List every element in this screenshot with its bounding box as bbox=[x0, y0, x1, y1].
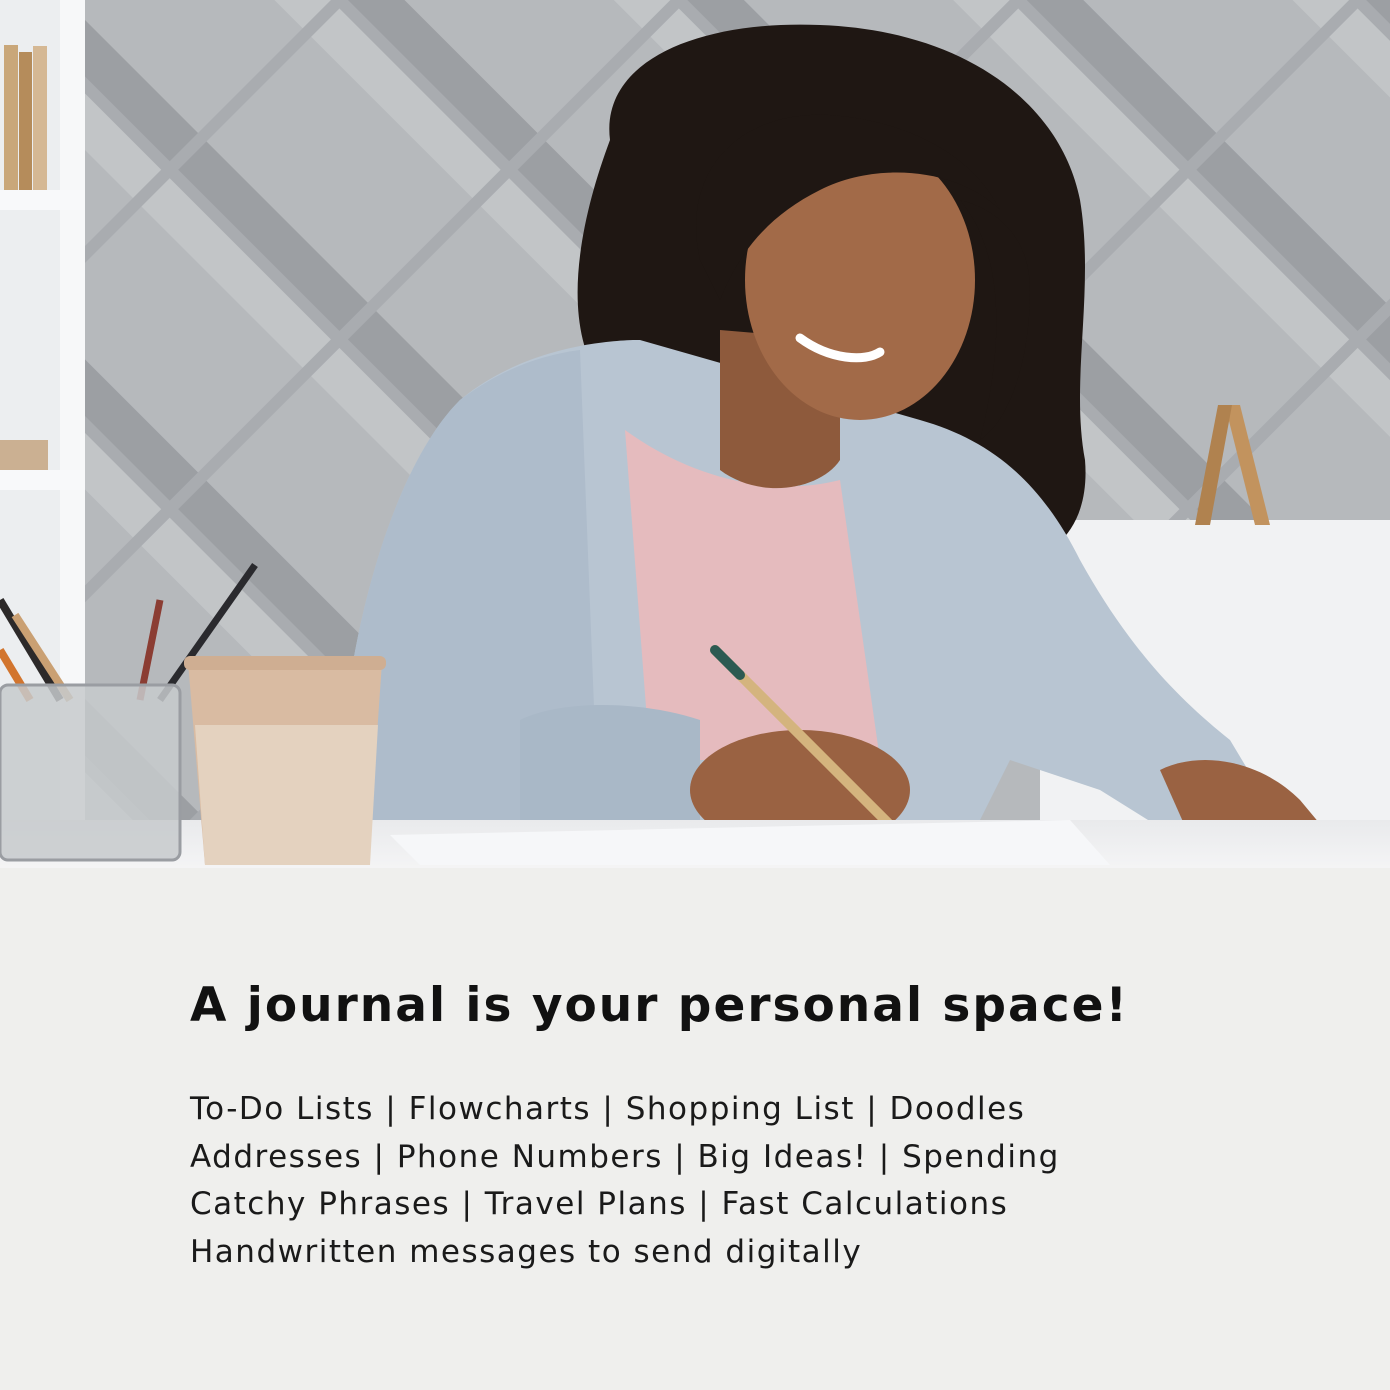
text-panel: A journal is your personal space! To-Do … bbox=[0, 868, 1390, 1390]
uses-line: To-Do Lists | Flowcharts | Shopping List… bbox=[190, 1091, 1026, 1127]
journal-promo-page: A journal is your personal space! To-Do … bbox=[0, 0, 1390, 1390]
uses-line: Handwritten messages to send digitally bbox=[190, 1233, 863, 1270]
hero-photo bbox=[0, 0, 1390, 868]
uses-list: To-Do Lists | Flowcharts | Shopping List… bbox=[190, 1086, 1060, 1276]
coffee-cup bbox=[184, 656, 386, 865]
headline: A journal is your personal space! bbox=[190, 978, 1129, 1033]
uses-line: Catchy Phrases | Travel Plans | Fast Cal… bbox=[190, 1186, 1009, 1222]
uses-line: Addresses | Phone Numbers | Big Ideas! |… bbox=[190, 1138, 1060, 1175]
